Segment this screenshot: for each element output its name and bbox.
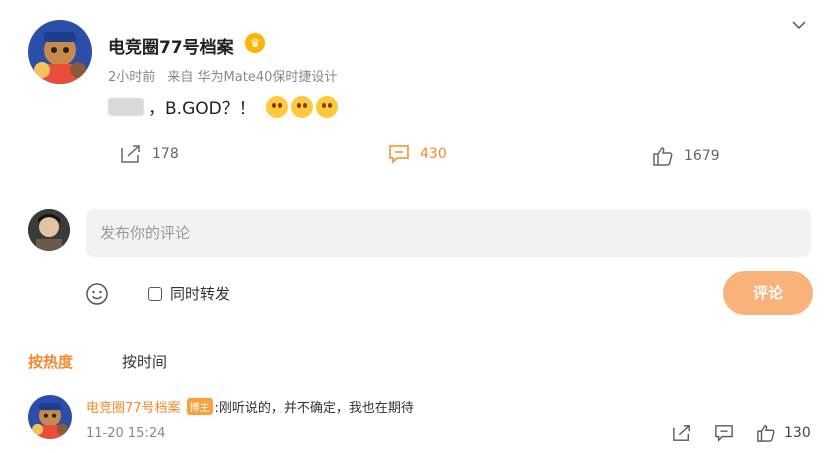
comment-actions: 130 <box>672 424 811 442</box>
thumbs-up-icon[interactable] <box>756 424 776 442</box>
user-avatar[interactable] <box>28 209 70 251</box>
blurred-mention <box>108 97 144 116</box>
repost-checkbox[interactable] <box>148 286 162 301</box>
post-content: ，B.GOD？！ <box>108 94 338 119</box>
chevron-down-icon[interactable] <box>792 14 806 35</box>
repost-label: 同时转发 <box>170 285 231 303</box>
comment-time: 11-20 15:24 <box>86 426 166 441</box>
thumbs-up-icon <box>653 147 673 166</box>
post-meta: 2小时前 来自 华为Mate40保时捷设计 <box>108 66 345 85</box>
tab-sort-time[interactable]: 按时间 <box>122 351 167 372</box>
repost-checkbox-row[interactable]: 同时转发 <box>148 283 230 304</box>
emoji-icon <box>290 95 313 118</box>
comment-text: :刚听说的，并不确定，我也在期待 <box>214 401 414 416</box>
author-tag-badge: 博主 <box>186 398 213 415</box>
comment-line: 电竞圈77号档案 博主 :刚听说的，并不确定，我也在期待 <box>86 397 414 416</box>
emoji-picker-icon[interactable] <box>85 282 109 310</box>
comment-button[interactable]: 430 <box>388 144 447 164</box>
post-text: ，B.GOD？！ <box>148 99 256 119</box>
author-name[interactable]: 电竞圈77号档案 <box>108 33 234 58</box>
tab-sort-hot[interactable]: 按热度 <box>28 351 73 372</box>
commenter-name[interactable]: 电竞圈77号档案 <box>86 397 181 416</box>
submit-comment-button[interactable]: 评论 <box>723 271 813 315</box>
comment-icon[interactable] <box>714 424 734 442</box>
emoji-icon <box>265 95 288 118</box>
author-avatar[interactable] <box>28 20 92 84</box>
comment-input[interactable]: 发布你的评论 <box>86 209 811 257</box>
comment-like-count: 130 <box>784 425 811 441</box>
like-count: 1679 <box>684 148 720 164</box>
comment-count: 430 <box>420 146 447 162</box>
post-source[interactable]: 来自 华为Mate40保时捷设计 <box>167 70 337 85</box>
vip-crown-icon: ♛ <box>245 33 265 53</box>
comment-icon <box>389 145 409 164</box>
share-count: 178 <box>152 146 179 162</box>
post-time: 2小时前 <box>108 70 156 85</box>
commenter-avatar[interactable] <box>28 395 72 439</box>
share-button[interactable]: 178 <box>120 144 179 164</box>
share-icon <box>121 145 140 163</box>
share-icon[interactable] <box>672 424 692 442</box>
emoji-icon <box>315 95 338 118</box>
like-button[interactable]: 1679 <box>652 146 720 166</box>
